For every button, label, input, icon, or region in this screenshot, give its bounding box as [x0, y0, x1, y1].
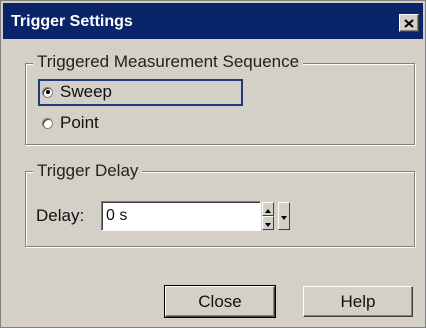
title-bar[interactable]: Trigger Settings — [3, 3, 423, 39]
close-icon — [404, 18, 414, 28]
radio-sweep-label: Sweep — [60, 82, 112, 101]
delay-input[interactable]: 0 s — [101, 201, 261, 231]
triangle-down-icon — [281, 207, 287, 225]
radio-point[interactable]: Point — [42, 113, 99, 133]
radio-point-label: Point — [60, 113, 99, 132]
arrow-down-icon — [265, 214, 271, 232]
delay-label: Delay: — [36, 206, 85, 225]
spin-down-button[interactable] — [262, 216, 274, 230]
dialog-title: Trigger Settings — [11, 13, 133, 30]
sequence-group-legend: Triggered Measurement Sequence — [33, 52, 304, 72]
radio-sweep-indicator[interactable] — [42, 86, 53, 98]
radio-point-indicator[interactable] — [42, 117, 53, 129]
delay-group-legend: Trigger Delay — [33, 161, 143, 181]
delay-spinner[interactable] — [262, 202, 276, 230]
close-button[interactable]: Close — [164, 285, 276, 318]
trigger-settings-dialog: Trigger Settings Triggered Measurement S… — [0, 0, 426, 328]
help-button[interactable]: Help — [303, 286, 413, 317]
delay-dropdown-button[interactable] — [278, 202, 290, 230]
title-close-button[interactable] — [399, 14, 419, 32]
radio-sweep[interactable]: Sweep — [42, 82, 112, 102]
